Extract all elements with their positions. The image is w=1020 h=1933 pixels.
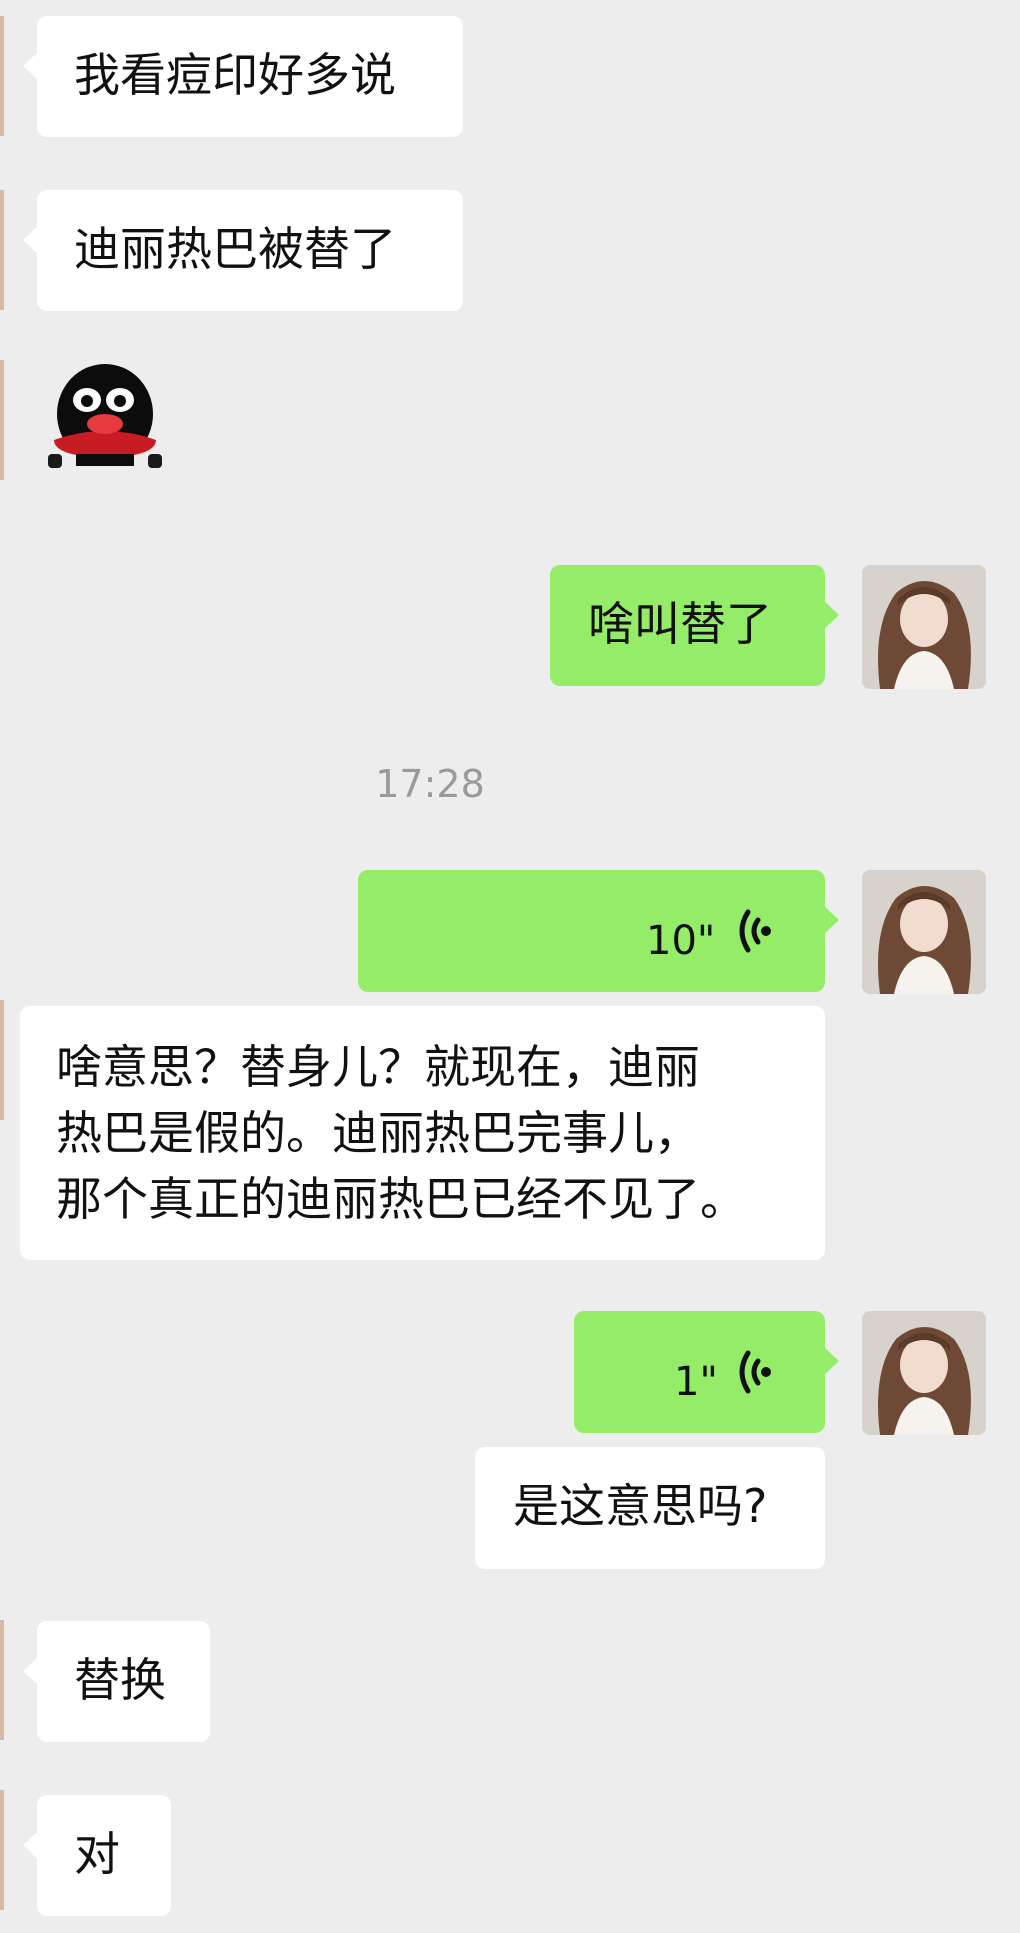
message-text: 啥叫替了 bbox=[588, 597, 772, 651]
penguin-sticker-icon[interactable] bbox=[46, 362, 164, 472]
incoming-message-bubble[interactable]: 啥意思？替身儿？就现在，迪丽 热巴是假的。迪丽热巴完事儿， 那个真正的迪丽热巴已… bbox=[20, 1006, 825, 1260]
outgoing-voice-message[interactable]: 1" bbox=[574, 1311, 839, 1433]
message-text-line-1: 啥意思？替身儿？就现在，迪丽 bbox=[56, 1040, 700, 1094]
incoming-message-bubble[interactable]: 对 bbox=[23, 1795, 171, 1916]
message-text: 替换 bbox=[74, 1653, 166, 1707]
cropped-avatar-edge bbox=[0, 190, 4, 310]
message-text: 迪丽热巴被替了 bbox=[74, 222, 396, 276]
message-text: 对 bbox=[74, 1827, 120, 1881]
cropped-avatar-edge bbox=[0, 16, 4, 136]
outgoing-message-bubble[interactable]: 啥叫替了 bbox=[550, 565, 839, 686]
message-text-line-2: 热巴是假的。迪丽热巴完事儿， bbox=[56, 1106, 700, 1160]
cropped-avatar-edge bbox=[0, 1620, 4, 1740]
message-text: 是这意思吗? bbox=[513, 1479, 768, 1533]
incoming-message-bubble[interactable]: 我看痘印好多说 bbox=[23, 16, 463, 137]
message-bubble[interactable]: 是这意思吗? bbox=[475, 1447, 825, 1569]
voice-wave-icon bbox=[734, 1347, 778, 1414]
cropped-avatar-edge bbox=[0, 360, 4, 480]
voice-wave-icon bbox=[734, 906, 778, 973]
incoming-message-bubble[interactable]: 迪丽热巴被替了 bbox=[23, 190, 463, 311]
user-avatar[interactable] bbox=[862, 1311, 986, 1435]
user-avatar[interactable] bbox=[862, 870, 986, 994]
voice-duration: 10" bbox=[646, 918, 716, 964]
message-text-line-3: 那个真正的迪丽热巴已经不见了。 bbox=[56, 1172, 746, 1226]
outgoing-voice-message[interactable]: 10" bbox=[358, 870, 839, 992]
cropped-avatar-edge bbox=[0, 1000, 4, 1120]
message-text: 我看痘印好多说 bbox=[74, 48, 396, 102]
voice-duration: 1" bbox=[674, 1359, 718, 1405]
incoming-message-bubble[interactable]: 替换 bbox=[23, 1621, 210, 1742]
user-avatar[interactable] bbox=[862, 565, 986, 689]
message-timestamp: 17:28 bbox=[375, 762, 485, 806]
cropped-avatar-edge bbox=[0, 1790, 4, 1910]
